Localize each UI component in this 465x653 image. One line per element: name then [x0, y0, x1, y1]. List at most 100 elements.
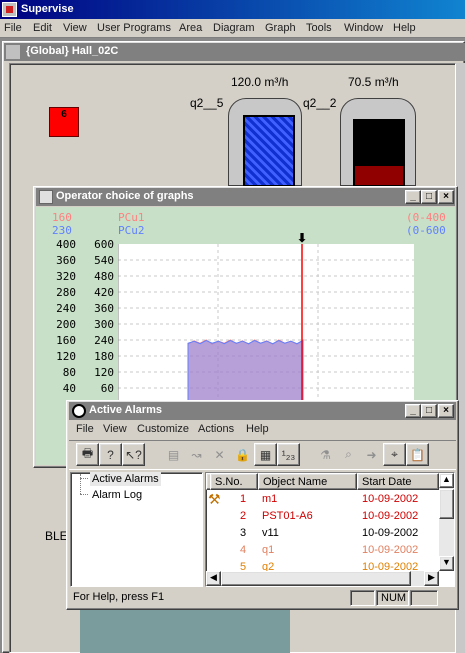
delete-icon[interactable]: ✕ [208, 443, 231, 466]
diagram-title: {Global} Hall_02C [26, 45, 119, 57]
alarm-indicator[interactable]: 6 [49, 107, 79, 137]
minimize-button[interactable]: _ [405, 190, 421, 204]
scroll-thumb[interactable] [439, 489, 454, 519]
clock-icon [72, 404, 86, 418]
y-tick-left: 280 [56, 286, 76, 299]
tree-item-alarm-log[interactable]: Alarm Log [90, 488, 144, 502]
diagram-titlebar[interactable]: {Global} Hall_02C [4, 43, 465, 61]
y-tick-left: 40 [62, 382, 76, 395]
status-pane-caps [350, 590, 375, 606]
legend-value-1: 160 [52, 211, 72, 224]
lock-icon[interactable]: 🔒 [231, 443, 254, 466]
app-title: Supervise [21, 3, 74, 15]
scroll-down-button[interactable]: ▼ [439, 556, 454, 571]
alarm-cell-date[interactable]: 10-09-2002 [362, 544, 418, 556]
menu-area[interactable]: Area [179, 22, 202, 34]
alarm-cell-name[interactable]: q1 [262, 544, 274, 556]
acknowledge-icon[interactable]: ↝ [185, 443, 208, 466]
alarm-cell-sno[interactable]: 2 [240, 510, 246, 522]
alarms-menu-help[interactable]: Help [246, 423, 269, 435]
context-help-icon[interactable]: ↖? [122, 443, 145, 466]
plot-svg [117, 244, 414, 405]
find-icon[interactable]: ⌕ [337, 443, 360, 466]
col-header-sno[interactable]: S.No. [210, 473, 258, 490]
flow-right-value: 70.5 m³/h [348, 75, 399, 89]
alarms-menubar: File View Customize Actions Help [69, 420, 456, 438]
legend-range-2: (0-600 [406, 224, 446, 237]
y-tick-right: 240 [94, 334, 114, 347]
alarm-cell-date[interactable]: 10-09-2002 [362, 493, 418, 505]
series-area-pcu2 [187, 339, 304, 405]
alarm-cell-sno[interactable]: 4 [240, 544, 246, 556]
tank-right-fill [353, 119, 405, 187]
close-button[interactable]: × [438, 190, 454, 204]
graph-window-icon [39, 190, 53, 204]
alarms-close-button[interactable]: × [438, 404, 454, 418]
flow-left-value: 120.0 m³/h [231, 75, 289, 89]
alarm-cell-sno[interactable]: 3 [240, 527, 246, 539]
alarm-cell-date[interactable]: 10-09-2002 [362, 527, 418, 539]
alarms-menu-view[interactable]: View [103, 423, 127, 435]
alarm-cell-sno[interactable]: 1 [240, 493, 246, 505]
alarms-menu-file[interactable]: File [76, 423, 94, 435]
filter-icon[interactable]: ⚗ [314, 443, 337, 466]
col-header-object-name[interactable]: Object Name [258, 473, 357, 490]
cursor-marker-icon[interactable]: ⬇ [297, 231, 307, 245]
sort-icon[interactable]: ¹₂₃ [277, 443, 300, 466]
y-tick-left: 80 [62, 366, 76, 379]
menu-graph[interactable]: Graph [265, 22, 296, 34]
menu-tools[interactable]: Tools [306, 22, 332, 34]
menu-file[interactable]: File [4, 22, 22, 34]
tools-icon: ⚒ [208, 491, 221, 507]
scroll-left-button[interactable]: ◀ [206, 571, 221, 586]
plot-area[interactable] [117, 244, 414, 405]
y-tick-right: 420 [94, 286, 114, 299]
alarms-minimize-button[interactable]: _ [405, 404, 421, 418]
scroll-right-button[interactable]: ▶ [424, 571, 439, 586]
print-icon[interactable]: 🖶 [76, 443, 99, 466]
graph-title: Operator choice of graphs [56, 190, 194, 202]
help-icon[interactable]: ? [99, 443, 122, 466]
alarm-cell-name[interactable]: PST01-A6 [262, 510, 313, 522]
forward-icon[interactable]: ➜ [360, 443, 383, 466]
menu-view[interactable]: View [63, 22, 87, 34]
diagram-window-icon [6, 45, 20, 59]
alarm-cell-name[interactable]: v11 [262, 527, 279, 539]
y-tick-right: 540 [94, 254, 114, 267]
y-tick-left: 240 [56, 302, 76, 315]
y-tick-left: 160 [56, 334, 76, 347]
menu-help[interactable]: Help [393, 22, 416, 34]
tree-connector [80, 474, 81, 494]
y-tick-right: 180 [94, 350, 114, 363]
alarm-cell-date[interactable]: 10-09-2002 [362, 510, 418, 522]
tank-left[interactable] [228, 98, 302, 187]
menu-edit[interactable]: Edit [33, 22, 52, 34]
clipboard-icon[interactable]: 📋 [406, 443, 429, 466]
zoom-icon[interactable]: ⌖ [383, 443, 406, 466]
app-titlebar: Supervise [0, 0, 465, 19]
app-menubar: File Edit View User Programs Area Diagra… [0, 19, 465, 38]
menu-user-programs[interactable]: User Programs [97, 22, 171, 34]
col-header-start-date[interactable]: Start Date [357, 473, 439, 490]
status-pane-scroll [410, 590, 438, 606]
alarms-titlebar[interactable]: Active Alarms _ □ × [69, 402, 456, 420]
tree-item-active-alarms[interactable]: Active Alarms [90, 472, 161, 486]
document-icon[interactable]: ▤ [162, 443, 185, 466]
y-tick-left: 400 [56, 238, 76, 251]
alarm-cell-name[interactable]: m1 [262, 493, 277, 505]
menu-window[interactable]: Window [344, 22, 383, 34]
alarms-menu-actions[interactable]: Actions [198, 423, 234, 435]
y-tick-right: 360 [94, 302, 114, 315]
alarms-menu-customize[interactable]: Customize [137, 423, 189, 435]
graph-titlebar[interactable]: Operator choice of graphs _ □ × [36, 188, 455, 206]
tank-right-label: q2__2 [303, 96, 337, 110]
menu-diagram[interactable]: Diagram [213, 22, 255, 34]
alarms-maximize-button[interactable]: □ [421, 404, 437, 418]
calendar-icon[interactable]: ▦ [254, 443, 277, 466]
maximize-button[interactable]: □ [421, 190, 437, 204]
scroll-up-button[interactable]: ▲ [439, 473, 454, 488]
tank-right[interactable] [340, 98, 416, 187]
hscroll-thumb[interactable] [221, 571, 411, 586]
legend-name-1: PCu1 [118, 211, 145, 224]
y-tick-right: 300 [94, 318, 114, 331]
